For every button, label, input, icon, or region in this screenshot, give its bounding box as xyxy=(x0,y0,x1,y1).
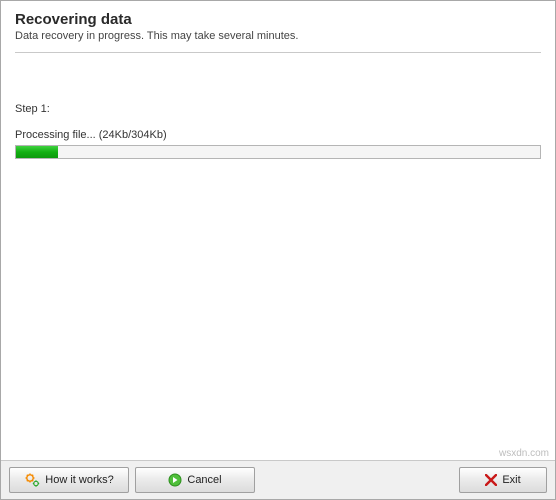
progress-bar xyxy=(15,145,541,159)
dialog-subtitle: Data recovery in progress. This may take… xyxy=(15,30,541,42)
recovery-dialog: Recovering data Data recovery in progres… xyxy=(0,0,556,500)
exit-label: Exit xyxy=(502,474,520,486)
how-it-works-button[interactable]: How it works? xyxy=(9,467,129,493)
dialog-title: Recovering data xyxy=(15,11,541,28)
how-it-works-label: How it works? xyxy=(45,474,113,486)
exit-button[interactable]: Exit xyxy=(459,467,547,493)
watermark: wsxdn.com xyxy=(499,448,549,459)
progress-fill xyxy=(16,146,58,158)
processing-label: Processing file... (24Kb/304Kb) xyxy=(15,129,541,141)
close-icon xyxy=(485,474,497,486)
step-label: Step 1: xyxy=(15,103,541,115)
footer-bar: How it works? Cancel Exit xyxy=(1,460,555,499)
content-area: Recovering data Data recovery in progres… xyxy=(1,1,555,460)
divider xyxy=(15,52,541,53)
cancel-label: Cancel xyxy=(187,474,221,486)
cancel-button[interactable]: Cancel xyxy=(135,467,255,493)
gears-icon xyxy=(24,473,40,487)
cancel-icon xyxy=(168,473,182,487)
